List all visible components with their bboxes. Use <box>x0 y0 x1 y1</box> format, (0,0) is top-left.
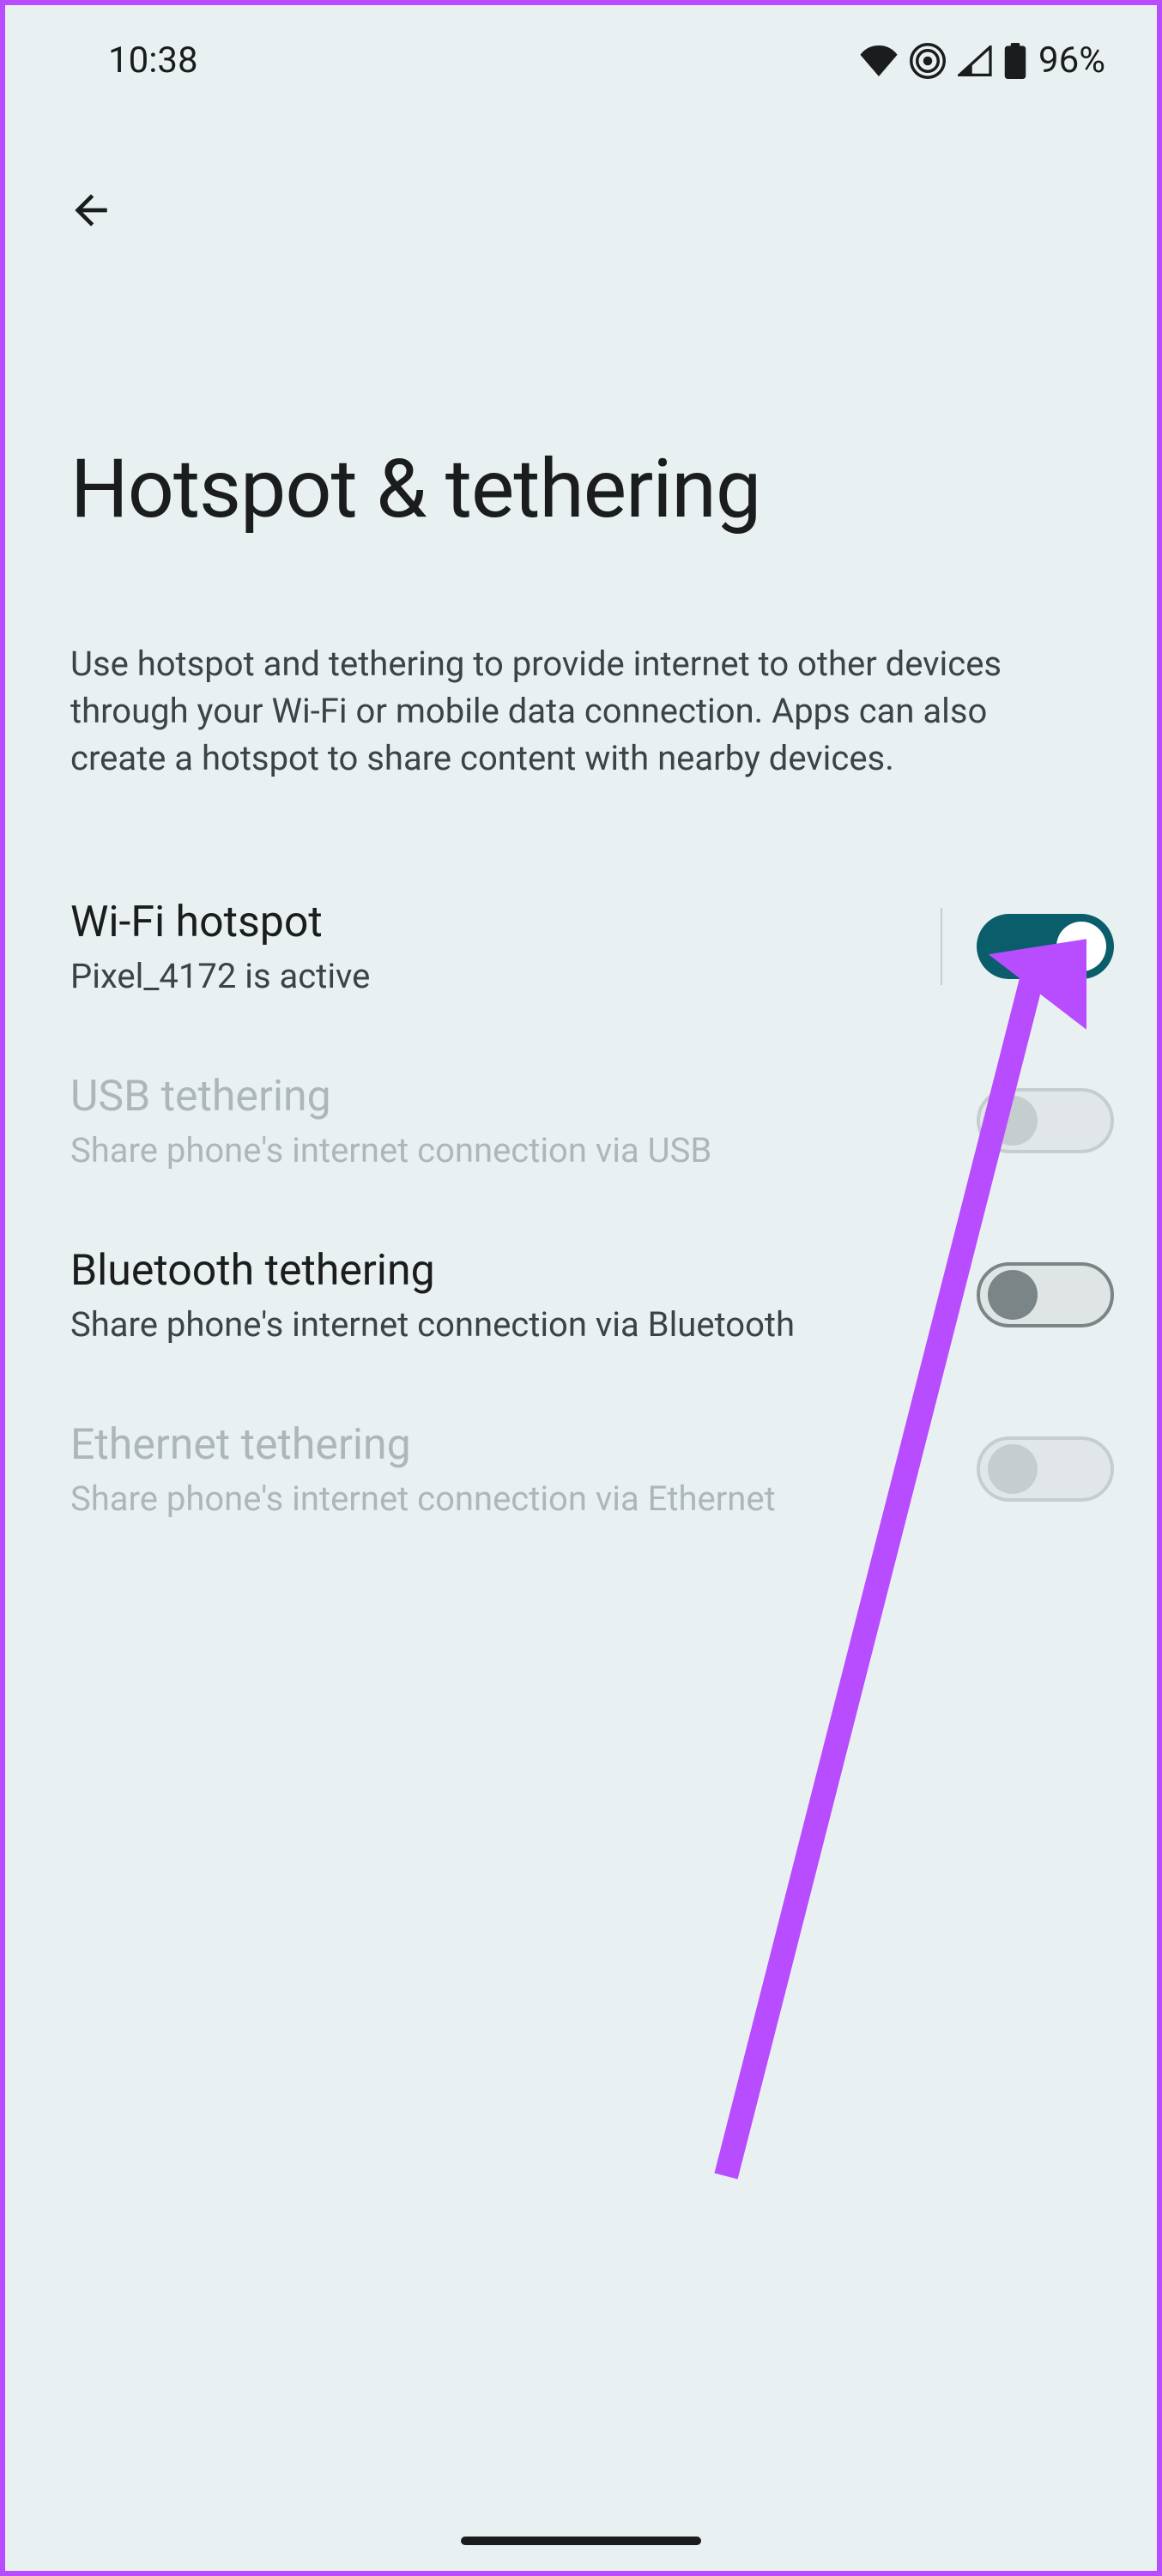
page-description: Use hotspot and tethering to provide int… <box>70 640 1088 783</box>
battery-icon <box>1004 43 1026 79</box>
switch-knob <box>1056 922 1106 971</box>
back-button[interactable] <box>57 176 125 245</box>
switch-knob <box>988 1270 1038 1320</box>
setting-usb-tethering: USB tethering Share phone's internet con… <box>5 1034 1157 1208</box>
signal-icon <box>958 45 992 76</box>
setting-title: Wi-Fi hotspot <box>70 898 923 947</box>
usb-tethering-switch <box>977 1088 1114 1153</box>
status-bar: 10:38 96% <box>5 5 1157 99</box>
setting-title: Bluetooth tethering <box>70 1246 977 1296</box>
setting-subtitle: Share phone's internet connection via US… <box>70 1130 977 1170</box>
app-frame: 10:38 96% Hotspot & tethering Use hotspo… <box>0 0 1162 2576</box>
battery-percent: 96% <box>1038 39 1105 82</box>
hotspot-icon <box>910 43 946 79</box>
wifi-hotspot-switch[interactable] <box>977 914 1114 979</box>
setting-text: USB tethering Share phone's internet con… <box>70 1072 977 1170</box>
setting-text: Bluetooth tethering Share phone's intern… <box>70 1246 977 1345</box>
arrow-left-icon <box>67 186 115 234</box>
ethernet-tethering-switch <box>977 1436 1114 1502</box>
bluetooth-tethering-switch[interactable] <box>977 1262 1114 1327</box>
setting-bluetooth-tethering[interactable]: Bluetooth tethering Share phone's intern… <box>5 1208 1157 1382</box>
nav-handle[interactable] <box>461 2537 701 2545</box>
setting-title: Ethernet tethering <box>70 1420 977 1470</box>
setting-title: USB tethering <box>70 1072 977 1122</box>
divider <box>941 908 942 985</box>
switch-knob <box>988 1096 1038 1146</box>
setting-text: Wi-Fi hotspot Pixel_4172 is active <box>70 898 923 996</box>
setting-subtitle: Share phone's internet connection via Et… <box>70 1478 977 1519</box>
settings-list: Wi-Fi hotspot Pixel_4172 is active USB t… <box>5 860 1157 1557</box>
setting-text: Ethernet tethering Share phone's interne… <box>70 1420 977 1519</box>
page-title: Hotspot & tethering <box>70 442 1157 537</box>
setting-subtitle: Share phone's internet connection via Bl… <box>70 1304 977 1345</box>
status-icons: 96% <box>860 39 1105 82</box>
setting-wifi-hotspot[interactable]: Wi-Fi hotspot Pixel_4172 is active <box>5 860 1157 1034</box>
setting-ethernet-tethering: Ethernet tethering Share phone's interne… <box>5 1382 1157 1557</box>
status-time: 10:38 <box>108 39 198 82</box>
wifi-icon <box>860 45 898 76</box>
setting-subtitle: Pixel_4172 is active <box>70 956 923 996</box>
switch-knob <box>988 1444 1038 1494</box>
